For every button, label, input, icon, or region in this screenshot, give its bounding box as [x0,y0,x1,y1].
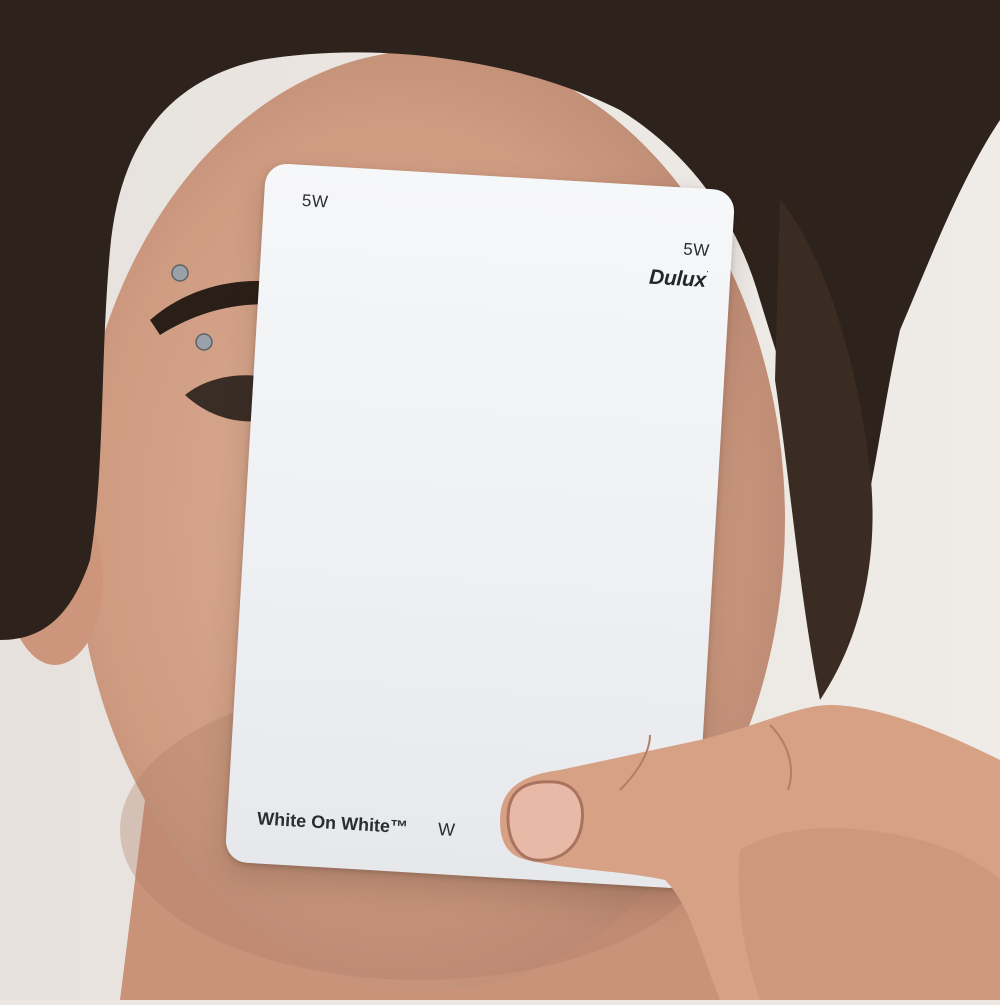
brand-mark: · [706,268,709,277]
paint-swatch-card: 5W 5W Dulux· White On White™ W [224,162,736,890]
piercing-stud-top [171,264,189,282]
swatch-code-side: 5W [682,239,711,261]
brand-name: Dulux [648,265,707,292]
dulux-logo: Dulux· [648,265,709,293]
series-code: W [437,819,456,841]
piercing-stud-bottom [195,333,213,351]
swatch-code-top: 5W [301,190,330,212]
